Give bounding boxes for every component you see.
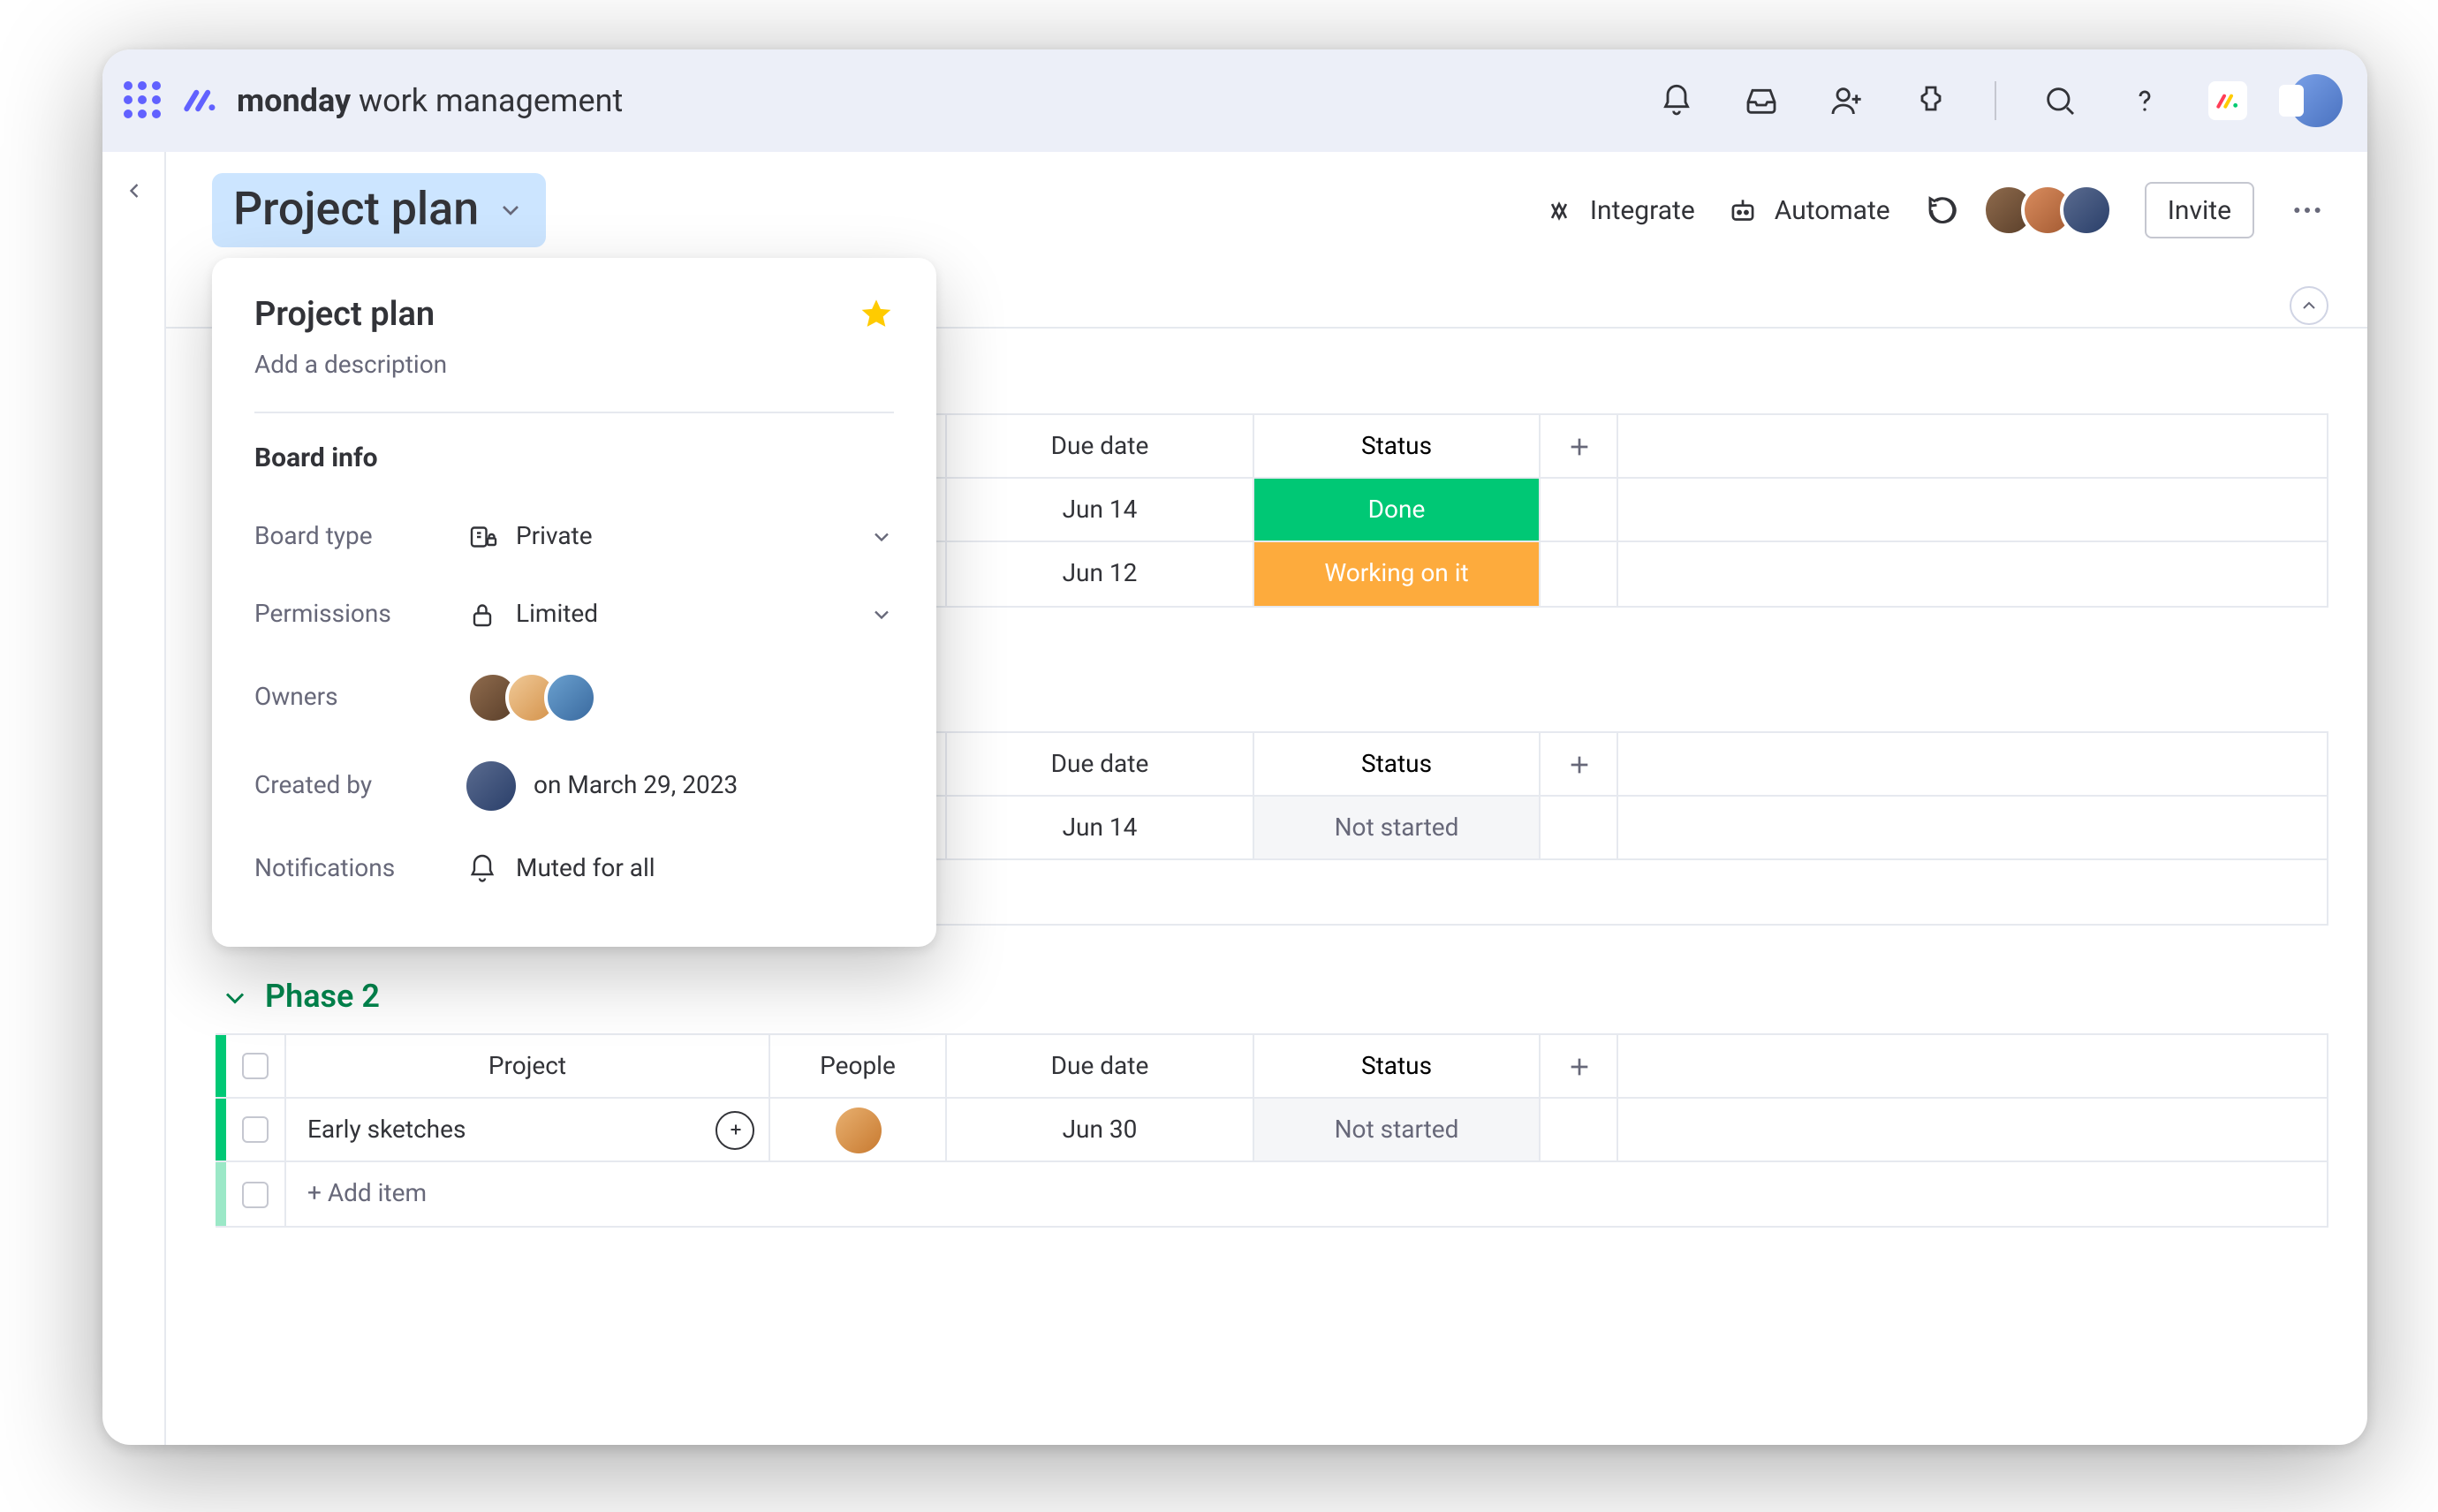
creator-avatar xyxy=(466,761,516,811)
group-title: Phase 2 xyxy=(265,979,380,1016)
lock-icon xyxy=(466,599,498,631)
row-checkbox[interactable] xyxy=(226,1099,286,1160)
column-header-status[interactable]: Status xyxy=(1254,415,1541,477)
monday-logo-icon xyxy=(180,81,219,120)
apps-icon[interactable] xyxy=(1910,79,1952,122)
product-badge-icon[interactable] xyxy=(2208,81,2247,120)
brand-text: monday work management xyxy=(237,82,623,119)
item-name-cell[interactable]: Early sketches xyxy=(286,1099,770,1160)
user-avatar[interactable] xyxy=(2290,74,2343,127)
invite-button[interactable]: Invite xyxy=(2145,182,2254,238)
column-header-due-date[interactable]: Due date xyxy=(947,415,1254,477)
integrate-button[interactable]: Integrate xyxy=(1542,193,1695,227)
column-header-people[interactable]: People xyxy=(770,1035,947,1097)
add-description-button[interactable]: Add a description xyxy=(254,352,894,380)
expand-sidebar-button[interactable] xyxy=(112,170,155,212)
robot-icon xyxy=(1727,193,1760,227)
board-info-popover: Project plan Add a description Board inf… xyxy=(212,258,936,947)
collapse-header-button[interactable] xyxy=(2290,286,2328,325)
notifications-row[interactable]: Notifications Muted for all xyxy=(254,830,894,908)
chevron-down-icon xyxy=(219,981,251,1013)
favorite-star-icon[interactable] xyxy=(859,296,894,331)
open-item-conversation-icon[interactable] xyxy=(716,1110,754,1149)
owners-row[interactable]: Owners xyxy=(254,654,894,742)
popover-title: Project plan xyxy=(254,293,435,334)
help-icon[interactable] xyxy=(2124,79,2166,122)
group-header[interactable]: Phase 2 xyxy=(212,971,2328,1033)
column-header-row: Project People Due date Status xyxy=(216,1035,2327,1099)
notifications-icon[interactable] xyxy=(1655,79,1698,122)
app-switcher-icon[interactable] xyxy=(124,81,163,120)
integrate-icon xyxy=(1542,193,1576,227)
due-date-cell[interactable]: Jun 14 xyxy=(947,797,1254,858)
board-info-heading: Board info xyxy=(254,442,894,473)
board-title-button[interactable]: Project plan xyxy=(212,173,546,247)
left-rail xyxy=(102,152,166,1445)
table-row[interactable]: Early sketches Jun 30 Not started xyxy=(216,1099,2327,1162)
status-cell[interactable]: Not started xyxy=(1254,1099,1541,1160)
status-cell[interactable]: Not started xyxy=(1254,797,1541,858)
column-header-due-date[interactable]: Due date xyxy=(947,1035,1254,1097)
add-column-button[interactable] xyxy=(1541,1035,1618,1097)
board-options-icon[interactable] xyxy=(2286,189,2328,231)
status-cell[interactable]: Working on it xyxy=(1254,542,1541,606)
due-date-cell[interactable]: Jun 30 xyxy=(947,1099,1254,1160)
column-header-project[interactable]: Project xyxy=(286,1035,770,1097)
column-header-due-date[interactable]: Due date xyxy=(947,733,1254,795)
permissions-row[interactable]: Permissions Limited xyxy=(254,576,894,654)
chevron-down-icon xyxy=(869,525,894,549)
chevron-down-icon xyxy=(869,602,894,627)
inbox-icon[interactable] xyxy=(1740,79,1783,122)
top-bar: monday work management xyxy=(102,49,2367,152)
divider xyxy=(1995,81,1996,120)
status-cell[interactable]: Done xyxy=(1254,479,1541,541)
bell-icon xyxy=(466,853,498,885)
column-header-status[interactable]: Status xyxy=(1254,733,1541,795)
column-header-status[interactable]: Status xyxy=(1254,1035,1541,1097)
due-date-cell[interactable]: Jun 12 xyxy=(947,542,1254,606)
add-column-button[interactable] xyxy=(1541,415,1618,477)
board-title: Project plan xyxy=(233,184,479,237)
created-by-row: Created by on March 29, 2023 xyxy=(254,742,894,830)
board-type-row[interactable]: Board type Private xyxy=(254,498,894,576)
due-date-cell[interactable]: Jun 14 xyxy=(947,479,1254,541)
add-item-row[interactable]: + Add item xyxy=(216,1162,2327,1226)
chevron-down-icon xyxy=(496,196,525,224)
private-board-icon xyxy=(466,521,498,553)
board-members[interactable] xyxy=(1996,184,2113,237)
people-cell[interactable] xyxy=(770,1099,947,1160)
board-discussion-icon[interactable] xyxy=(1922,189,1965,231)
invite-members-icon[interactable] xyxy=(1825,79,1867,122)
automate-button[interactable]: Automate xyxy=(1727,193,1890,227)
add-column-button[interactable] xyxy=(1541,733,1618,795)
search-icon[interactable] xyxy=(2039,79,2081,122)
select-all-checkbox[interactable] xyxy=(226,1035,286,1097)
